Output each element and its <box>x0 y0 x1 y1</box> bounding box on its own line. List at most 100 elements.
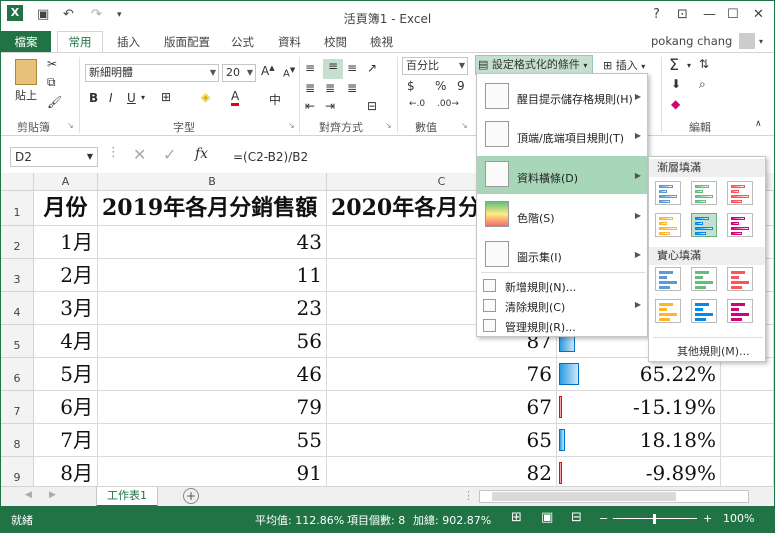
column-header-b[interactable]: B <box>98 173 327 191</box>
clipboard-launcher-icon[interactable]: ↘ <box>67 121 74 130</box>
cell-2019-sales[interactable]: 46 <box>98 358 327 391</box>
cell-month[interactable]: 4月 <box>34 325 98 358</box>
cell-growth-rate[interactable]: 18.18% <box>557 424 721 457</box>
help-icon[interactable]: ? <box>653 7 660 22</box>
cell-2019-sales[interactable]: 43 <box>98 226 327 259</box>
gradient-data-bar-option[interactable] <box>655 181 681 205</box>
conditional-formatting-button[interactable]: ▤ 設定格式化的條件 ▾ <box>475 55 593 75</box>
solid-data-bar-option[interactable] <box>691 299 717 323</box>
add-sheet-button[interactable]: + <box>183 488 199 504</box>
cell-empty[interactable] <box>721 457 774 486</box>
row-header[interactable]: 4 <box>1 292 34 325</box>
tab-split-icon[interactable]: ⋮ <box>463 489 474 502</box>
menu-item-top-bottom-rules[interactable]: 頂端/底端項目規則(T) ▶ <box>477 116 647 154</box>
currency-button[interactable]: $ <box>407 79 415 93</box>
find-select-icon[interactable]: ⌕ <box>699 77 706 92</box>
solid-data-bar-option[interactable] <box>727 267 753 291</box>
fill-color-icon[interactable]: ◈ <box>201 90 210 104</box>
menu-item-new-rule[interactable]: 新增規則(N)... <box>477 276 647 296</box>
normal-view-icon[interactable]: ⊞ <box>511 510 522 525</box>
cell-2019-sales[interactable]: 11 <box>98 259 327 292</box>
cell-2020-sales[interactable]: 76 <box>327 358 557 391</box>
solid-data-bar-option[interactable] <box>655 299 681 323</box>
horizontal-scrollbar[interactable] <box>479 490 749 503</box>
borders-icon[interactable]: ⊞ <box>161 90 171 104</box>
scroll-left-icon[interactable]: ◀ <box>25 490 32 500</box>
number-launcher-icon[interactable]: ↘ <box>461 121 468 130</box>
tab-home[interactable]: 常用 <box>57 31 103 54</box>
zoom-slider-handle[interactable] <box>653 514 656 524</box>
menu-item-color-scales[interactable]: 色階(S) ▶ <box>477 196 647 234</box>
increase-indent-icon[interactable]: ⇥ <box>325 99 335 113</box>
paste-icon[interactable] <box>15 59 37 85</box>
column-header-a[interactable]: A <box>34 173 98 191</box>
gradient-data-bar-option[interactable] <box>655 213 681 237</box>
solid-data-bar-option[interactable] <box>655 267 681 291</box>
header-cell-2019[interactable]: 2019年各月分銷售額 <box>98 191 327 226</box>
zoom-in-icon[interactable]: + <box>703 512 712 525</box>
name-box[interactable]: D2 ▼ <box>10 147 98 167</box>
tab-review[interactable]: 校閱 <box>324 34 347 50</box>
font-name-combo[interactable]: 新細明體 ▼ <box>85 64 219 82</box>
tab-data[interactable]: 資料 <box>278 34 301 50</box>
top-align-icon[interactable]: ≡ <box>305 61 315 75</box>
menu-item-icon-sets[interactable]: 圖示集(I) ▶ <box>477 236 647 272</box>
row-header[interactable]: 1 <box>1 191 34 226</box>
maximize-icon[interactable]: ☐ <box>727 7 739 22</box>
font-launcher-icon[interactable]: ↘ <box>288 121 295 130</box>
ribbon-display-icon[interactable]: ⊡ <box>677 7 688 22</box>
gradient-data-bar-option[interactable] <box>727 213 753 237</box>
gradient-data-bar-option[interactable] <box>727 181 753 205</box>
minimize-icon[interactable]: — <box>703 7 716 22</box>
row-header[interactable]: 9 <box>1 457 34 486</box>
gradient-data-bar-option[interactable] <box>691 213 717 237</box>
clear-icon[interactable]: ◆ <box>671 97 680 111</box>
merge-center-icon[interactable]: ⊟ <box>367 99 377 113</box>
row-header[interactable]: 7 <box>1 391 34 424</box>
percent-button[interactable]: % <box>435 79 446 93</box>
cell-growth-rate[interactable]: 65.22% <box>557 358 721 391</box>
select-all-corner[interactable] <box>1 173 34 191</box>
cut-icon[interactable]: ✂ <box>47 57 57 71</box>
solid-data-bar-option[interactable] <box>727 299 753 323</box>
row-header[interactable]: 2 <box>1 226 34 259</box>
paste-button[interactable]: 貼上 <box>15 87 37 103</box>
increase-decimal-icon[interactable]: ←.0 <box>409 99 425 109</box>
cell-growth-rate[interactable]: -9.89% <box>557 457 721 486</box>
middle-align-icon[interactable]: ≡ <box>323 59 343 79</box>
row-header[interactable]: 3 <box>1 259 34 292</box>
cell-2019-sales[interactable]: 79 <box>98 391 327 424</box>
sheet-tab[interactable]: 工作表1 <box>96 487 158 507</box>
cell-month[interactable]: 2月 <box>34 259 98 292</box>
cell-month[interactable]: 6月 <box>34 391 98 424</box>
cell-2019-sales[interactable]: 23 <box>98 292 327 325</box>
menu-item-clear-rules[interactable]: 清除規則(C) ▶ <box>477 296 647 316</box>
user-name[interactable]: pokang chang <box>651 34 732 48</box>
comma-button[interactable]: 9 <box>457 79 465 93</box>
gradient-data-bar-option[interactable] <box>691 181 717 205</box>
tab-formulas[interactable]: 公式 <box>231 34 254 50</box>
more-rules-item[interactable]: 其他規則(M)... <box>677 343 750 359</box>
bold-button[interactable]: B <box>89 91 98 105</box>
decrease-indent-icon[interactable]: ⇤ <box>305 99 315 113</box>
shrink-font-icon[interactable]: A▼ <box>283 66 295 79</box>
menu-item-data-bars[interactable]: 資料橫條(D) ▶ <box>477 156 647 194</box>
sort-filter-icon[interactable]: ⇅ <box>699 57 709 71</box>
close-icon[interactable]: ✕ <box>753 7 764 22</box>
page-break-view-icon[interactable]: ⊟ <box>571 510 582 525</box>
decrease-decimal-icon[interactable]: .00→ <box>437 99 459 109</box>
autosum-dropdown-icon[interactable]: ▾ <box>687 61 691 70</box>
tab-insert[interactable]: 插入 <box>117 34 140 50</box>
cell-month[interactable]: 3月 <box>34 292 98 325</box>
font-color-icon[interactable]: A <box>231 89 240 106</box>
autosum-button[interactable]: Σ <box>669 55 679 74</box>
copy-icon[interactable]: ⧉ <box>47 75 56 90</box>
enter-icon[interactable]: ✓ <box>163 145 176 164</box>
tab-view[interactable]: 檢視 <box>370 34 393 50</box>
row-header[interactable]: 5 <box>1 325 34 358</box>
header-cell-month[interactable]: 月份 <box>34 191 98 226</box>
cell-empty[interactable] <box>721 391 774 424</box>
cancel-icon[interactable]: ✕ <box>133 145 146 164</box>
cell-2019-sales[interactable]: 55 <box>98 424 327 457</box>
bottom-align-icon[interactable]: ≡ <box>347 61 357 75</box>
